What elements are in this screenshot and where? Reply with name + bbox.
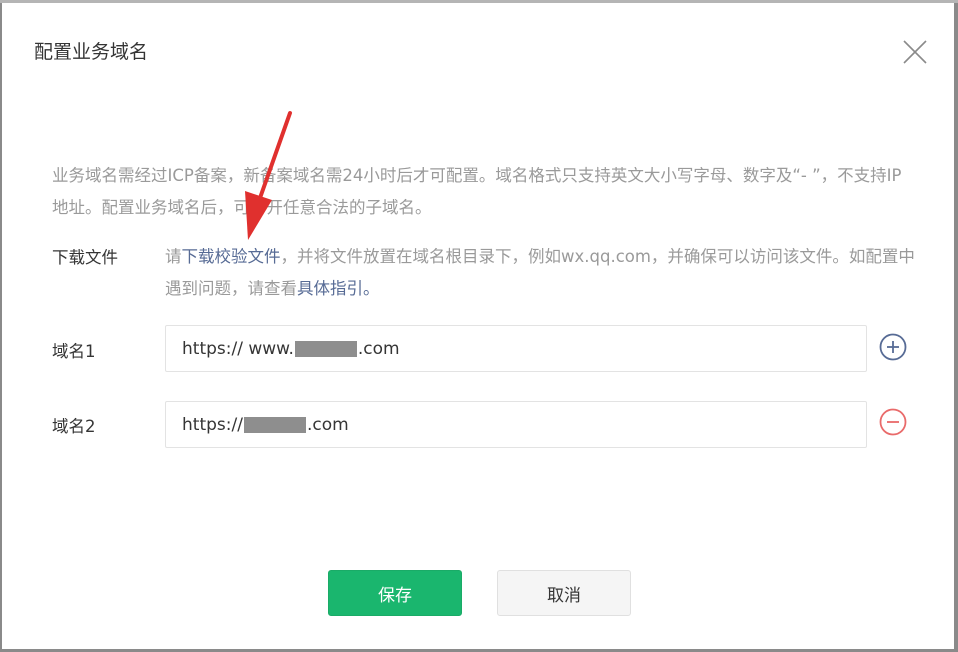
- download-verify-file-link[interactable]: 下载校验文件: [182, 247, 281, 266]
- configure-domain-dialog: 配置业务域名 业务域名需经过ICP备案，新备案域名需24小时后才可配置。域名格式…: [2, 3, 954, 649]
- domain-1-suffix: .com: [357, 338, 400, 359]
- add-domain-button[interactable]: [879, 333, 907, 361]
- description-text: 业务域名需经过ICP备案，新备案域名需24小时后才可配置。域名格式只支持英文大小…: [52, 166, 902, 217]
- domain-2-input[interactable]: https:// .com: [165, 401, 867, 448]
- text-suffix: 。: [363, 279, 380, 298]
- domain-2-prefix: https://: [182, 414, 243, 435]
- download-file-label: 下载文件: [52, 248, 118, 267]
- close-button[interactable]: [900, 37, 930, 67]
- domain-1-label: 域名1: [52, 342, 96, 361]
- plus-circle-icon: [879, 333, 907, 361]
- save-button[interactable]: 保存: [328, 570, 462, 616]
- close-icon: [903, 40, 927, 64]
- domain-2-label: 域名2: [52, 417, 96, 436]
- remove-domain-button[interactable]: [879, 408, 907, 436]
- guide-link[interactable]: 具体指引: [297, 279, 363, 298]
- domain-1-prefix: https:// www.: [182, 338, 294, 359]
- domain-1-input[interactable]: https:// www. .com: [165, 325, 867, 372]
- download-instructions: 请下载校验文件，并将文件放置在域名根目录下，例如wx.qq.com，并确保可以访…: [165, 241, 915, 305]
- dialog-title: 配置业务域名: [34, 41, 149, 63]
- text-prefix: 请: [165, 247, 182, 266]
- redacted-mask: [243, 416, 306, 433]
- cancel-button[interactable]: 取消: [497, 570, 631, 616]
- domain-2-suffix: .com: [306, 414, 349, 435]
- redacted-mask: [294, 340, 357, 357]
- minus-circle-icon: [879, 408, 907, 436]
